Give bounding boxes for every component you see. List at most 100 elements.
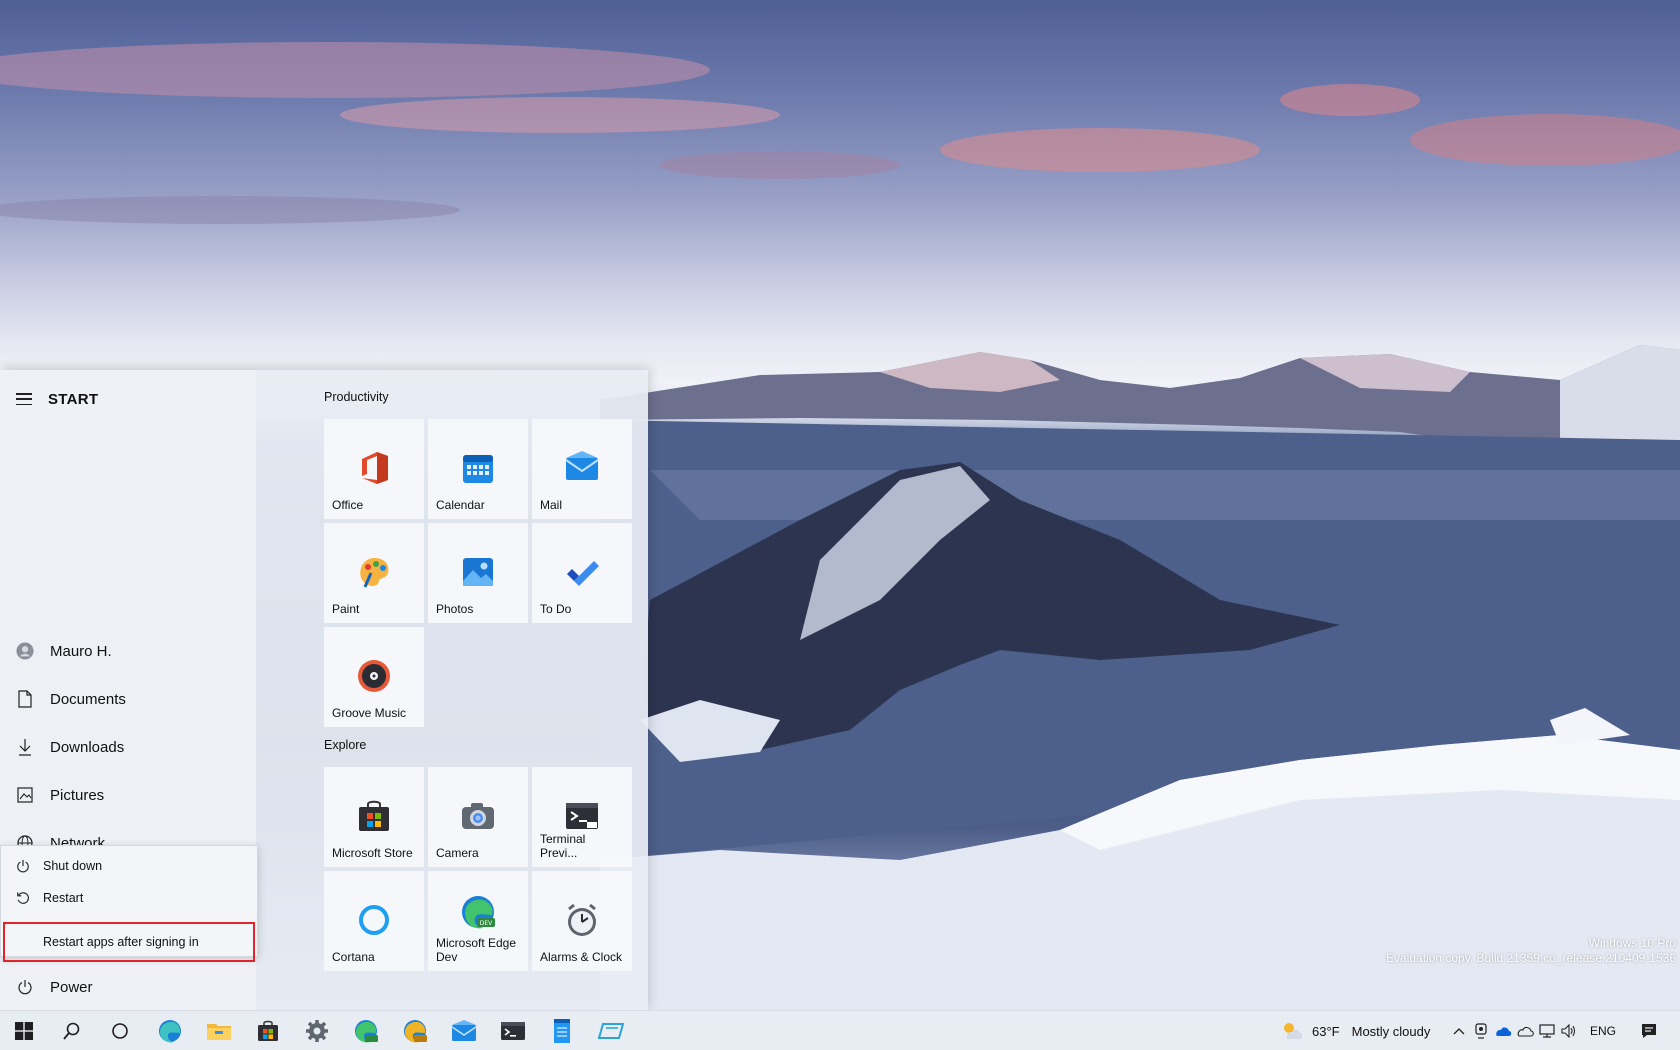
paint-icon xyxy=(355,553,393,591)
search-button[interactable] xyxy=(48,1011,96,1050)
restart-apps-option[interactable]: Restart apps after signing in xyxy=(3,922,255,962)
tile-cortana[interactable]: Cortana xyxy=(324,871,424,971)
nav-user[interactable]: Mauro H. xyxy=(0,630,256,672)
picture-icon xyxy=(16,786,34,804)
network-icon[interactable] xyxy=(1536,1024,1558,1038)
terminal-icon xyxy=(500,1020,526,1042)
weather-temperature: 63°F xyxy=(1312,1023,1340,1039)
tile-store-label: Microsoft Store xyxy=(332,846,413,860)
taskbar-edge-canary[interactable] xyxy=(391,1011,439,1050)
app-window-icon xyxy=(598,1020,624,1042)
tile-paint-label: Paint xyxy=(332,602,360,616)
tile-alarms[interactable]: Alarms & Clock xyxy=(532,871,632,971)
tile-calendar[interactable]: Calendar xyxy=(428,419,528,519)
chevron-up-icon[interactable] xyxy=(1448,1027,1470,1035)
cortana-ring-icon xyxy=(355,901,393,939)
nav-downloads[interactable]: Downloads xyxy=(0,726,256,768)
search-icon xyxy=(63,1022,81,1040)
tile-photos-label: Photos xyxy=(436,602,474,616)
nav-downloads-label: Downloads xyxy=(50,738,125,756)
tile-office[interactable]: Office xyxy=(324,419,424,519)
nav-documents-label: Documents xyxy=(50,690,126,708)
taskbar-edge[interactable] xyxy=(146,1011,194,1050)
nav-power[interactable]: Power xyxy=(0,966,256,1008)
tile-calendar-label: Calendar xyxy=(436,498,485,512)
taskbar-notepad[interactable] xyxy=(538,1011,586,1050)
mail-icon xyxy=(451,1020,477,1042)
gear-icon xyxy=(305,1019,329,1043)
user-avatar-icon xyxy=(16,642,34,660)
volume-icon[interactable] xyxy=(1558,1024,1580,1038)
group-productivity-title: Productivity xyxy=(324,390,389,404)
taskbar-file-explorer[interactable] xyxy=(195,1011,243,1050)
nav-pictures[interactable]: Pictures xyxy=(0,774,256,816)
tile-camera-label: Camera xyxy=(436,846,479,860)
taskbar-settings[interactable] xyxy=(293,1011,341,1050)
restart-option[interactable]: Restart xyxy=(1,882,257,914)
nav-power-label: Power xyxy=(50,978,93,996)
system-tray-icons: ENG xyxy=(1448,1011,1660,1050)
tile-mail[interactable]: Mail xyxy=(532,419,632,519)
tile-terminal[interactable]: Terminal Previ... xyxy=(532,767,632,867)
onedrive-cloud-icon[interactable] xyxy=(1492,1025,1514,1037)
notepad-icon xyxy=(552,1018,572,1044)
edge-icon xyxy=(157,1018,183,1044)
tile-edge-dev-label: Microsoft Edge Dev xyxy=(436,936,517,964)
shutdown-option[interactable]: Shut down xyxy=(1,850,257,882)
power-flyout-menu: Shut down Restart Restart apps after sig… xyxy=(0,845,258,962)
tile-todo-label: To Do xyxy=(540,602,572,616)
store-bag-icon xyxy=(355,797,393,835)
groove-music-icon xyxy=(355,657,393,695)
folder-icon xyxy=(206,1020,232,1042)
cloud-sync-icon[interactable] xyxy=(1514,1024,1536,1038)
taskbar-store[interactable] xyxy=(244,1011,292,1050)
tile-terminal-label: Terminal Previ... xyxy=(540,832,586,860)
nav-user-label: Mauro H. xyxy=(50,642,112,660)
shutdown-label: Shut down xyxy=(43,859,103,873)
tile-camera[interactable]: Camera xyxy=(428,767,528,867)
document-icon xyxy=(16,690,34,708)
svg-text:DEV: DEV xyxy=(480,920,493,927)
start-button[interactable] xyxy=(0,1011,48,1050)
taskbar-app[interactable] xyxy=(587,1011,635,1050)
tile-todo[interactable]: To Do xyxy=(532,523,632,623)
taskbar: 63°F Mostly cloudy ENG xyxy=(0,1010,1680,1050)
todo-check-icon xyxy=(563,553,601,591)
weather-condition: Mostly cloudy xyxy=(1351,1023,1431,1039)
tile-edge-dev[interactable]: DEV Microsoft Edge Dev xyxy=(428,871,528,971)
meet-now-icon[interactable] xyxy=(1470,1023,1492,1039)
language-indicator[interactable]: ENG xyxy=(1590,1024,1616,1038)
download-icon xyxy=(16,738,34,756)
watermark-edition: Windows 10 Pro xyxy=(1588,936,1676,950)
taskbar-mail[interactable] xyxy=(440,1011,488,1050)
tile-groove[interactable]: Groove Music xyxy=(324,627,424,727)
photos-icon xyxy=(459,553,497,591)
cortana-circle-icon xyxy=(111,1022,129,1040)
hamburger-menu-icon[interactable] xyxy=(16,393,32,405)
group-explore-title: Explore xyxy=(324,738,367,752)
mail-icon xyxy=(563,449,601,487)
cortana-button[interactable] xyxy=(96,1011,144,1050)
restart-icon xyxy=(15,890,31,906)
watermark-build: Evaluation copy. Build 21359.co_release.… xyxy=(1386,951,1676,965)
start-header: START xyxy=(16,388,98,410)
nav-documents[interactable]: Documents xyxy=(0,678,256,720)
edge-dev-icon: DEV xyxy=(459,893,497,931)
tile-photos[interactable]: Photos xyxy=(428,523,528,623)
store-bag-icon xyxy=(256,1019,280,1043)
start-menu: START Mauro H. Documents Downloads Pictu xyxy=(0,370,648,1010)
windows-logo-icon xyxy=(15,1022,33,1040)
power-icon xyxy=(16,978,34,996)
tile-office-label: Office xyxy=(332,498,364,512)
tile-groove-label: Groove Music xyxy=(332,706,407,720)
taskbar-edge-dev[interactable] xyxy=(342,1011,390,1050)
tile-store[interactable]: Microsoft Store xyxy=(324,767,424,867)
taskbar-terminal[interactable] xyxy=(489,1011,537,1050)
terminal-icon xyxy=(563,797,601,835)
action-center-icon[interactable] xyxy=(1638,1023,1660,1039)
start-left-rail: START Mauro H. Documents Downloads Pictu xyxy=(0,370,258,1010)
edge-dev-icon xyxy=(353,1018,379,1044)
weather-widget[interactable]: 63°F Mostly cloudy xyxy=(1280,1011,1430,1050)
tile-cortana-label: Cortana xyxy=(332,950,375,964)
tile-paint[interactable]: Paint xyxy=(324,523,424,623)
